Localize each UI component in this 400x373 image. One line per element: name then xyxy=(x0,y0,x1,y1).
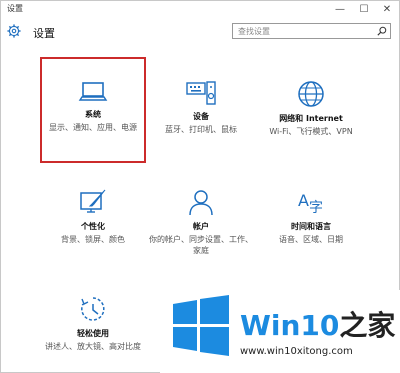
page-title: 设置 xyxy=(33,27,55,40)
ease-of-access-icon xyxy=(81,297,105,321)
tile-label: 轻松使用 xyxy=(77,329,109,338)
search-input[interactable]: 查找设置 xyxy=(232,23,391,39)
tile-description: 显示、通知、应用、电源 xyxy=(49,123,137,132)
title-bar: 设置 — ☐ ✕ xyxy=(1,1,400,17)
tile-devices[interactable]: 设备 蓝牙、打印机、鼠标 xyxy=(149,80,253,135)
tile-label: 帐户 xyxy=(193,222,209,231)
tile-description: 蓝牙、打印机、鼠标 xyxy=(165,125,237,134)
minimize-button[interactable]: — xyxy=(330,1,350,17)
personalize-icon xyxy=(80,189,106,213)
brand-name-cn: 之家 xyxy=(339,309,396,342)
watermark-brand: Win10之家 www.win10xitong.com xyxy=(160,290,400,373)
tile-label: 设备 xyxy=(193,112,209,121)
tile-network[interactable]: 网络和 Internet Wi-Fi、飞行模式、VPN xyxy=(259,80,363,137)
svg-text:A: A xyxy=(298,191,309,210)
maximize-button[interactable]: ☐ xyxy=(354,1,374,17)
svg-text:字: 字 xyxy=(309,200,323,216)
tile-description: 语音、区域、日期 xyxy=(279,235,343,244)
tile-personalization[interactable]: 个性化 背景、锁屏、颜色 xyxy=(41,188,145,245)
search-icon[interactable] xyxy=(377,26,387,36)
devices-icon xyxy=(186,81,216,105)
account-icon xyxy=(189,190,213,216)
brand-name-latin: Win10 xyxy=(240,309,340,342)
brand-name: Win10之家 xyxy=(240,304,395,344)
brand-url: www.win10xitong.com xyxy=(240,346,353,357)
tile-label: 网络和 Internet xyxy=(279,114,343,123)
tile-accounts[interactable]: 帐户 你的帐户、同步设置、工作、家庭 xyxy=(149,188,253,256)
gear-icon xyxy=(7,24,21,38)
time-language-icon: A 字 xyxy=(298,191,323,216)
tile-description: Wi-Fi、飞行模式、VPN xyxy=(269,127,353,136)
close-button[interactable]: ✕ xyxy=(377,1,397,17)
tile-label: 时间和语言 xyxy=(291,222,331,231)
window-title: 设置 xyxy=(7,4,23,13)
tile-time-language[interactable]: A 字 时间和语言 语音、区域、日期 xyxy=(259,188,363,245)
tile-description: 你的帐户、同步设置、工作、家庭 xyxy=(149,235,253,255)
tile-description: 讲述人、放大镜、高对比度 xyxy=(45,342,141,351)
search-placeholder: 查找设置 xyxy=(238,27,270,36)
tile-description: 背景、锁屏、颜色 xyxy=(61,235,125,244)
tile-label: 个性化 xyxy=(81,222,105,231)
tile-label: 系统 xyxy=(85,110,101,119)
laptop-icon xyxy=(78,82,108,101)
tile-system[interactable]: 系统 显示、通知、应用、电源 xyxy=(41,80,145,133)
globe-icon xyxy=(298,81,324,107)
windows-logo-icon xyxy=(173,295,229,356)
tile-ease-of-access[interactable]: 轻松使用 讲述人、放大镜、高对比度 xyxy=(41,295,145,352)
